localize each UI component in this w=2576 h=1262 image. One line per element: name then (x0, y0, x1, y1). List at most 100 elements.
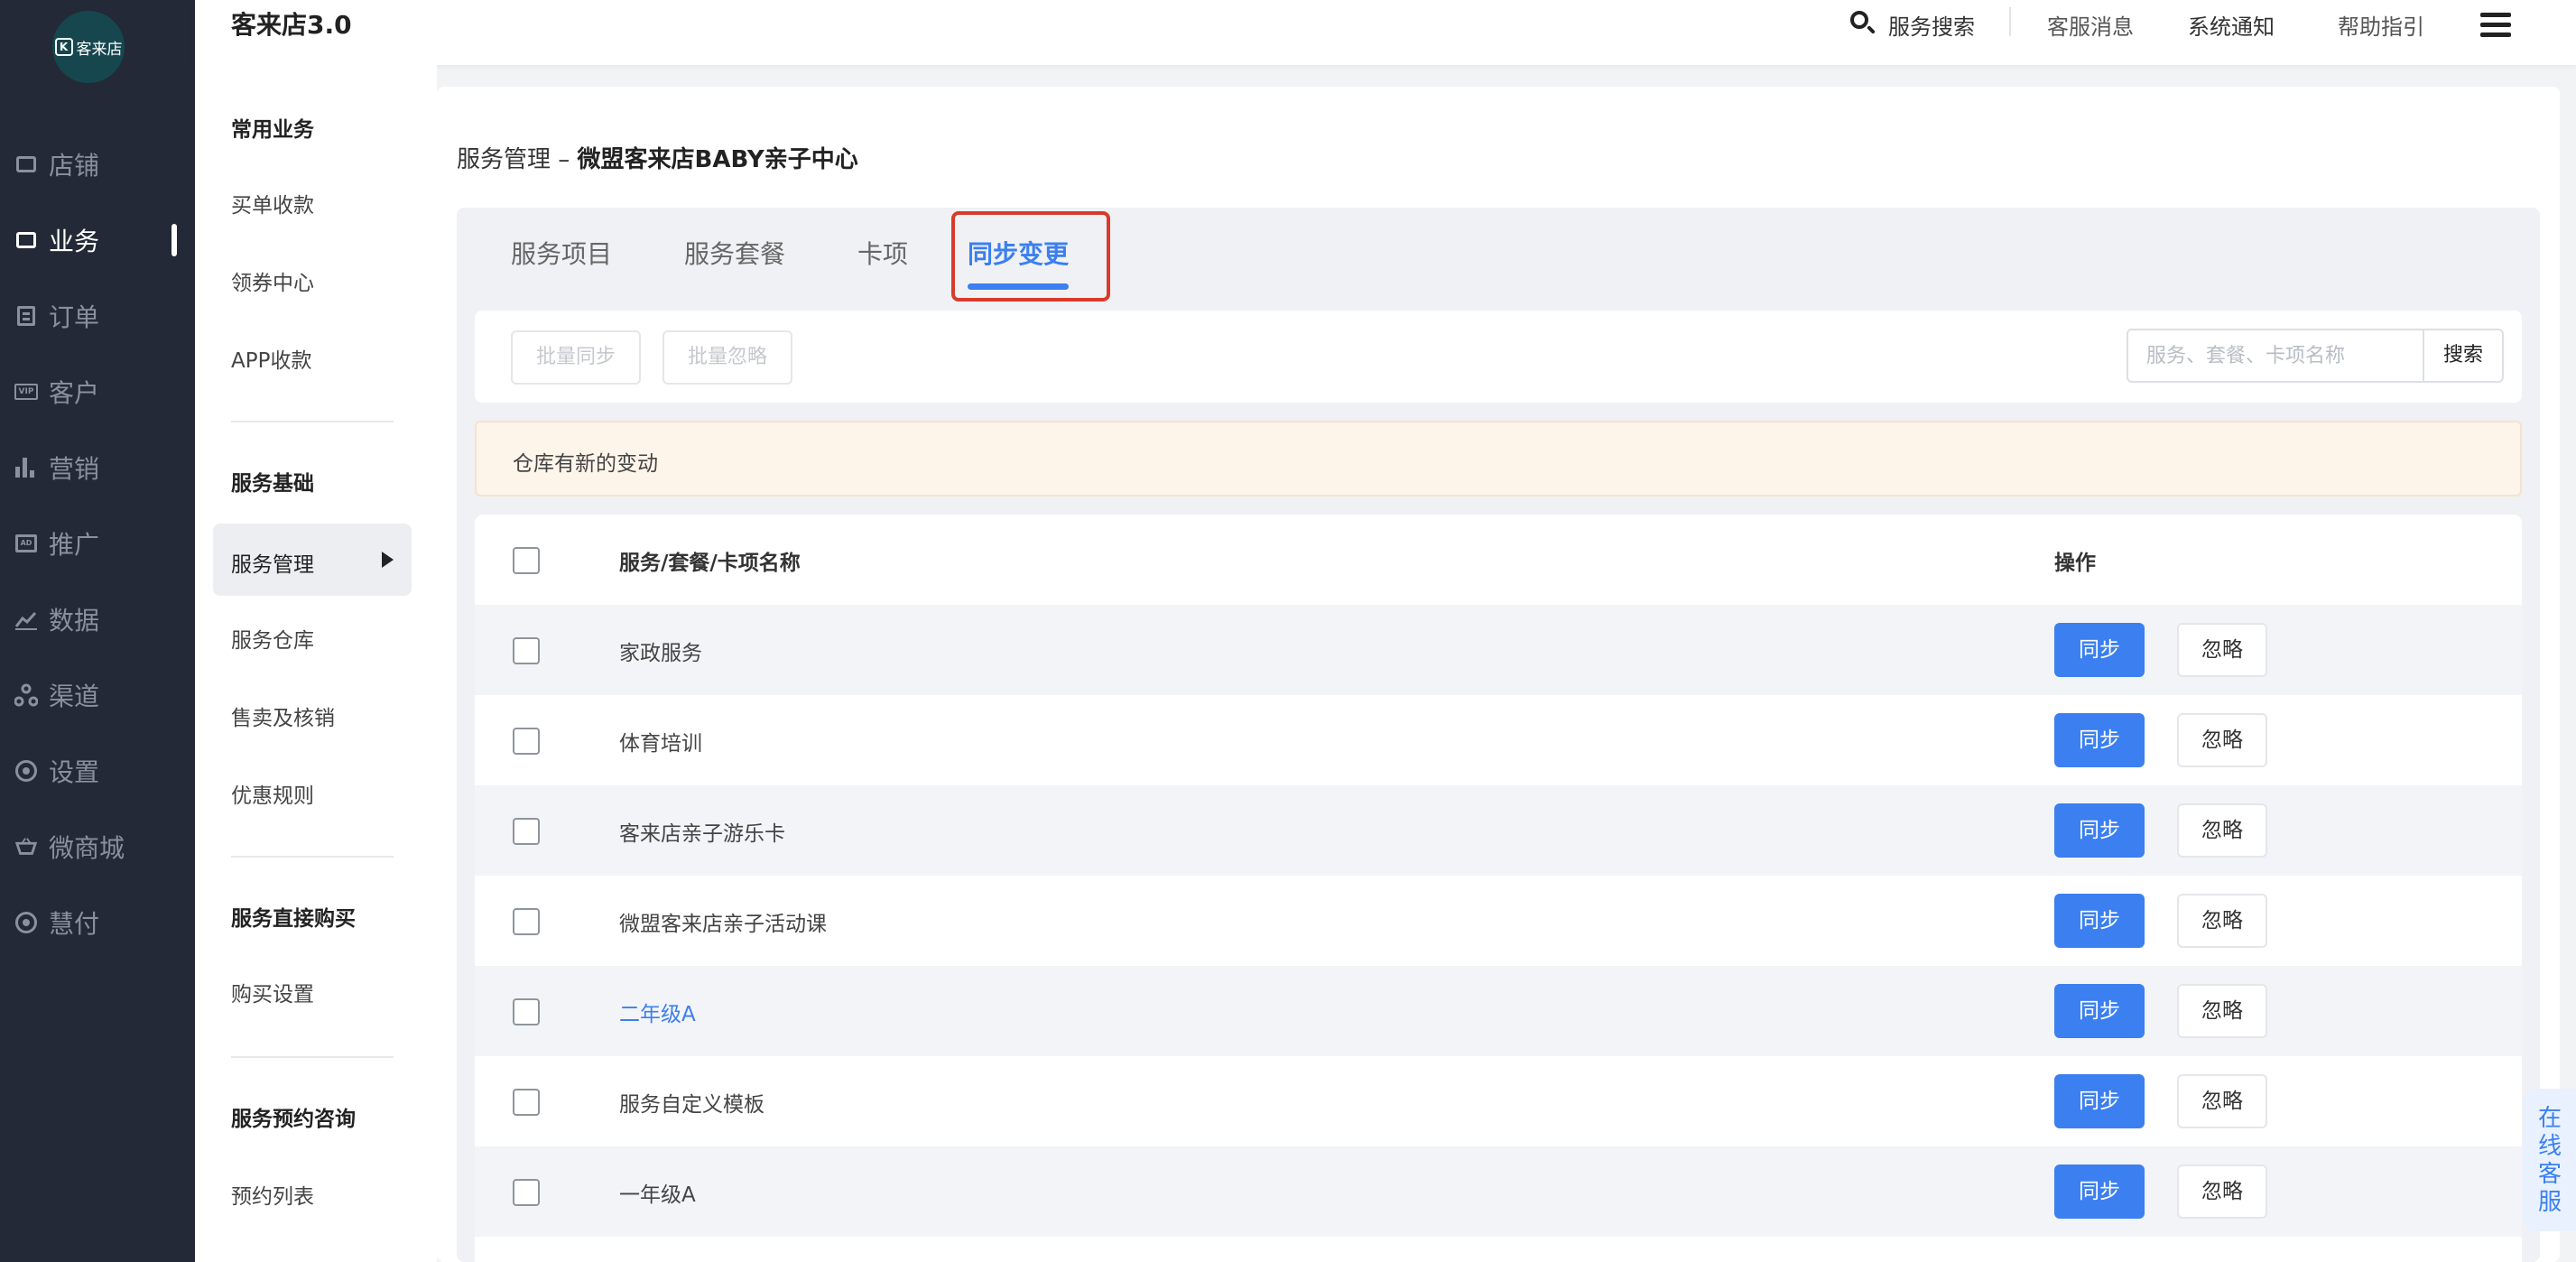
system-notice-link[interactable]: 系统通知 (2188, 9, 2275, 41)
hamburger-menu-icon[interactable] (2480, 13, 2511, 38)
online-service-button[interactable]: 在线客服 (2524, 1089, 2576, 1231)
sidebar-item-label: 渠道 (49, 682, 100, 711)
search-button[interactable]: 搜索 (2423, 329, 2504, 383)
sidebar-item-label: 订单 (49, 302, 100, 332)
subnav-item-purchase-settings[interactable]: 购买设置 (231, 977, 314, 1007)
customer-message-link[interactable]: 客服消息 (2047, 9, 2134, 41)
table-row: 二年级A 同步 忽略 (475, 966, 2522, 1056)
store-name: 微盟客来店BABY亲子中心 (577, 146, 858, 173)
sidebar-item-promotion[interactable]: AD 推广 (0, 516, 195, 571)
batch-sync-button[interactable]: 批量同步 (511, 330, 642, 385)
sync-button[interactable]: 同步 (2054, 1165, 2145, 1219)
top-header: 客来店3.0 服务搜索 客服消息 系统通知 帮助指引 (195, 0, 2576, 65)
sidebar-item-label: 店铺 (49, 151, 100, 181)
item-name: 微盟客来店亲子活动课 (619, 913, 827, 936)
table-row: 微盟客来店亲子活动课 同步 忽略 (475, 876, 2522, 966)
subnav-item-coupon-center[interactable]: 领券中心 (231, 265, 314, 296)
sidebar-item-label: 设置 (49, 757, 100, 787)
sync-button[interactable]: 同步 (2054, 984, 2145, 1038)
subnav-item-booking-list[interactable]: 预约列表 (231, 1179, 314, 1210)
ignore-button[interactable]: 忽略 (2177, 1165, 2267, 1219)
row-checkbox[interactable] (513, 998, 540, 1025)
row-checkbox[interactable] (513, 908, 540, 935)
row-checkbox[interactable] (513, 1089, 540, 1116)
sidebar-item-marketing[interactable]: 营销 (0, 441, 195, 495)
sidebar-item-label: 业务 (49, 227, 100, 256)
ignore-button[interactable]: 忽略 (2177, 894, 2267, 948)
help-guide-link[interactable]: 帮助指引 (2338, 9, 2424, 41)
table-row: 家政服务 同步 忽略 (475, 605, 2522, 695)
online-service-label: 在线客服 (2537, 1105, 2562, 1216)
sidebar-item-customers[interactable]: VIP 客户 (0, 365, 195, 419)
sync-table: 服务/套餐/卡项名称 操作 家政服务 同步 忽略 体育培训 同步 忽略 客来店亲… (475, 515, 2522, 1262)
row-checkbox[interactable] (513, 637, 540, 664)
subnav-heading-direct-purchase: 服务直接购买 (231, 907, 356, 931)
secondary-sidebar: 常用业务 买单收款 领券中心 APP收款 服务基础 服务管理 服务仓库 售卖及核… (195, 65, 437, 1262)
sync-button[interactable]: 同步 (2054, 623, 2145, 677)
active-indicator (171, 224, 177, 256)
sidebar-item-store[interactable]: 店铺 (0, 137, 195, 191)
sync-panel: 服务项目 服务套餐 卡项 同步变更 批量同步 批量忽略 搜索 仓库有新的变动 服… (457, 208, 2540, 1262)
search-icon[interactable] (1849, 9, 1876, 36)
ignore-button[interactable]: 忽略 (2177, 713, 2267, 767)
sidebar-item-label: 推广 (49, 530, 100, 560)
subnav-item-checkout[interactable]: 买单收款 (231, 188, 314, 218)
pay-icon (14, 911, 38, 934)
subnav-item-service-warehouse[interactable]: 服务仓库 (231, 623, 314, 654)
item-name: 客来店亲子游乐卡 (619, 822, 785, 846)
sync-button[interactable]: 同步 (2054, 803, 2145, 858)
sidebar-item-pay[interactable]: 慧付 (0, 895, 195, 950)
subnav-divider (231, 1056, 394, 1058)
row-checkbox[interactable] (513, 728, 540, 755)
item-name: 一年级A (619, 1183, 696, 1207)
tab-service-packages[interactable]: 服务套餐 (684, 235, 785, 271)
subnav-divider (231, 856, 394, 858)
row-checkbox[interactable] (513, 1179, 540, 1206)
header-divider (2009, 7, 2011, 36)
sidebar-item-orders[interactable]: 订单 (0, 289, 195, 343)
sidebar-item-data[interactable]: 数据 (0, 592, 195, 646)
basket-icon (14, 835, 38, 858)
sidebar-item-business[interactable]: 业务 (0, 213, 195, 267)
ignore-button[interactable]: 忽略 (2177, 803, 2267, 858)
select-all-checkbox[interactable] (513, 547, 540, 574)
batch-ignore-button[interactable]: 批量忽略 (663, 330, 793, 385)
subnav-item-discount-rules[interactable]: 优惠规则 (231, 778, 314, 809)
tab-cards[interactable]: 卡项 (857, 235, 908, 271)
sidebar-item-label: 微商城 (49, 833, 125, 863)
service-search-link[interactable]: 服务搜索 (1888, 9, 1975, 41)
ignore-button[interactable]: 忽略 (2177, 984, 2267, 1038)
tab-service-items[interactable]: 服务项目 (511, 235, 612, 271)
sync-button[interactable]: 同步 (2054, 713, 2145, 767)
toolbar: 批量同步 批量忽略 搜索 (475, 311, 2522, 403)
column-header-actions: 操作 (2054, 552, 2096, 575)
item-name-link[interactable]: 二年级A (619, 997, 696, 1027)
sync-button[interactable]: 同步 (2054, 1074, 2145, 1128)
subnav-item-sales-verification[interactable]: 售卖及核销 (231, 701, 335, 731)
store-icon (14, 153, 38, 176)
row-checkbox[interactable] (513, 818, 540, 845)
ignore-button[interactable]: 忽略 (2177, 623, 2267, 677)
subnav-heading-booking: 服务预约咨询 (231, 1108, 356, 1131)
channel-icon (14, 683, 38, 707)
subnav-item-app-payment[interactable]: APP收款 (231, 343, 311, 374)
sidebar-item-channels[interactable]: 渠道 (0, 668, 195, 722)
subnav-item-service-management[interactable]: 服务管理 (213, 524, 412, 596)
sync-button[interactable]: 同步 (2054, 894, 2145, 948)
main-content: 服务管理 – 微盟客来店BABY亲子中心 服务项目 服务套餐 卡项 同步变更 批… (437, 87, 2560, 1262)
bar-chart-icon (14, 456, 38, 479)
sidebar-item-label: 数据 (49, 606, 100, 636)
sidebar-item-mall[interactable]: 微商城 (0, 820, 195, 874)
main-sidebar: K 客来店 店铺 业务 订单 VIP 客户 营销 AD 推广 数据 渠道 设置 … (0, 0, 195, 1262)
table-row: 体育培训 同步 忽略 (475, 695, 2522, 785)
page-title: 服务管理 – 微盟客来店BABY亲子中心 (457, 141, 858, 174)
item-name: 服务自定义模板 (619, 1093, 764, 1117)
order-list-icon (14, 304, 38, 328)
search-input[interactable] (2127, 329, 2424, 383)
app-logo[interactable]: K 客来店 (52, 11, 125, 83)
column-header-name: 服务/套餐/卡项名称 (619, 552, 801, 575)
sidebar-item-settings[interactable]: 设置 (0, 744, 195, 798)
subnav-divider (231, 421, 394, 422)
ignore-button[interactable]: 忽略 (2177, 1074, 2267, 1128)
briefcase-icon (14, 228, 38, 252)
